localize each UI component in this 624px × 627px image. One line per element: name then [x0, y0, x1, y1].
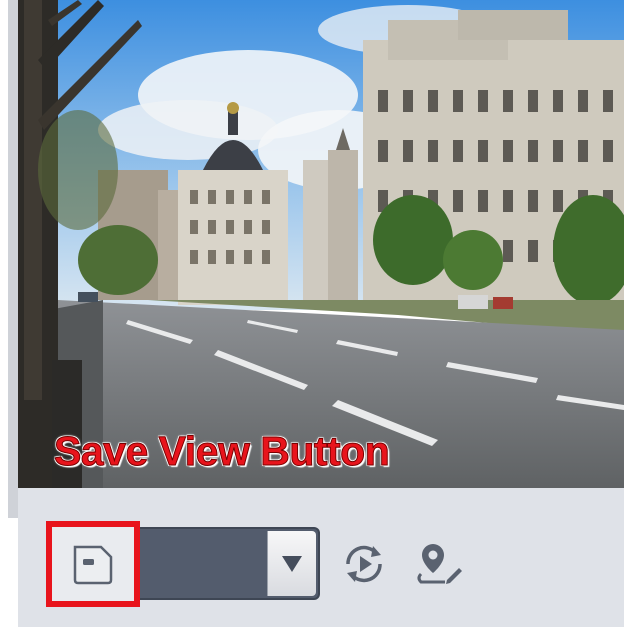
- street-scene-image: [18, 0, 624, 488]
- save-view-button[interactable]: [46, 521, 140, 607]
- view-toolbar: [18, 488, 624, 627]
- preset-view-select[interactable]: [140, 527, 320, 600]
- annotation-caption: Save View Button: [53, 428, 390, 475]
- preset-cycle-icon[interactable]: [340, 540, 388, 588]
- location-edit-icon[interactable]: [415, 540, 463, 588]
- chevron-down-icon: [282, 556, 302, 572]
- save-view-icon: [73, 545, 113, 585]
- preset-dropdown-button[interactable]: [267, 531, 316, 596]
- edge-divider: [0, 0, 18, 518]
- camera-live-view: Save View Button: [18, 0, 624, 488]
- left-edge-strip: [0, 0, 18, 627]
